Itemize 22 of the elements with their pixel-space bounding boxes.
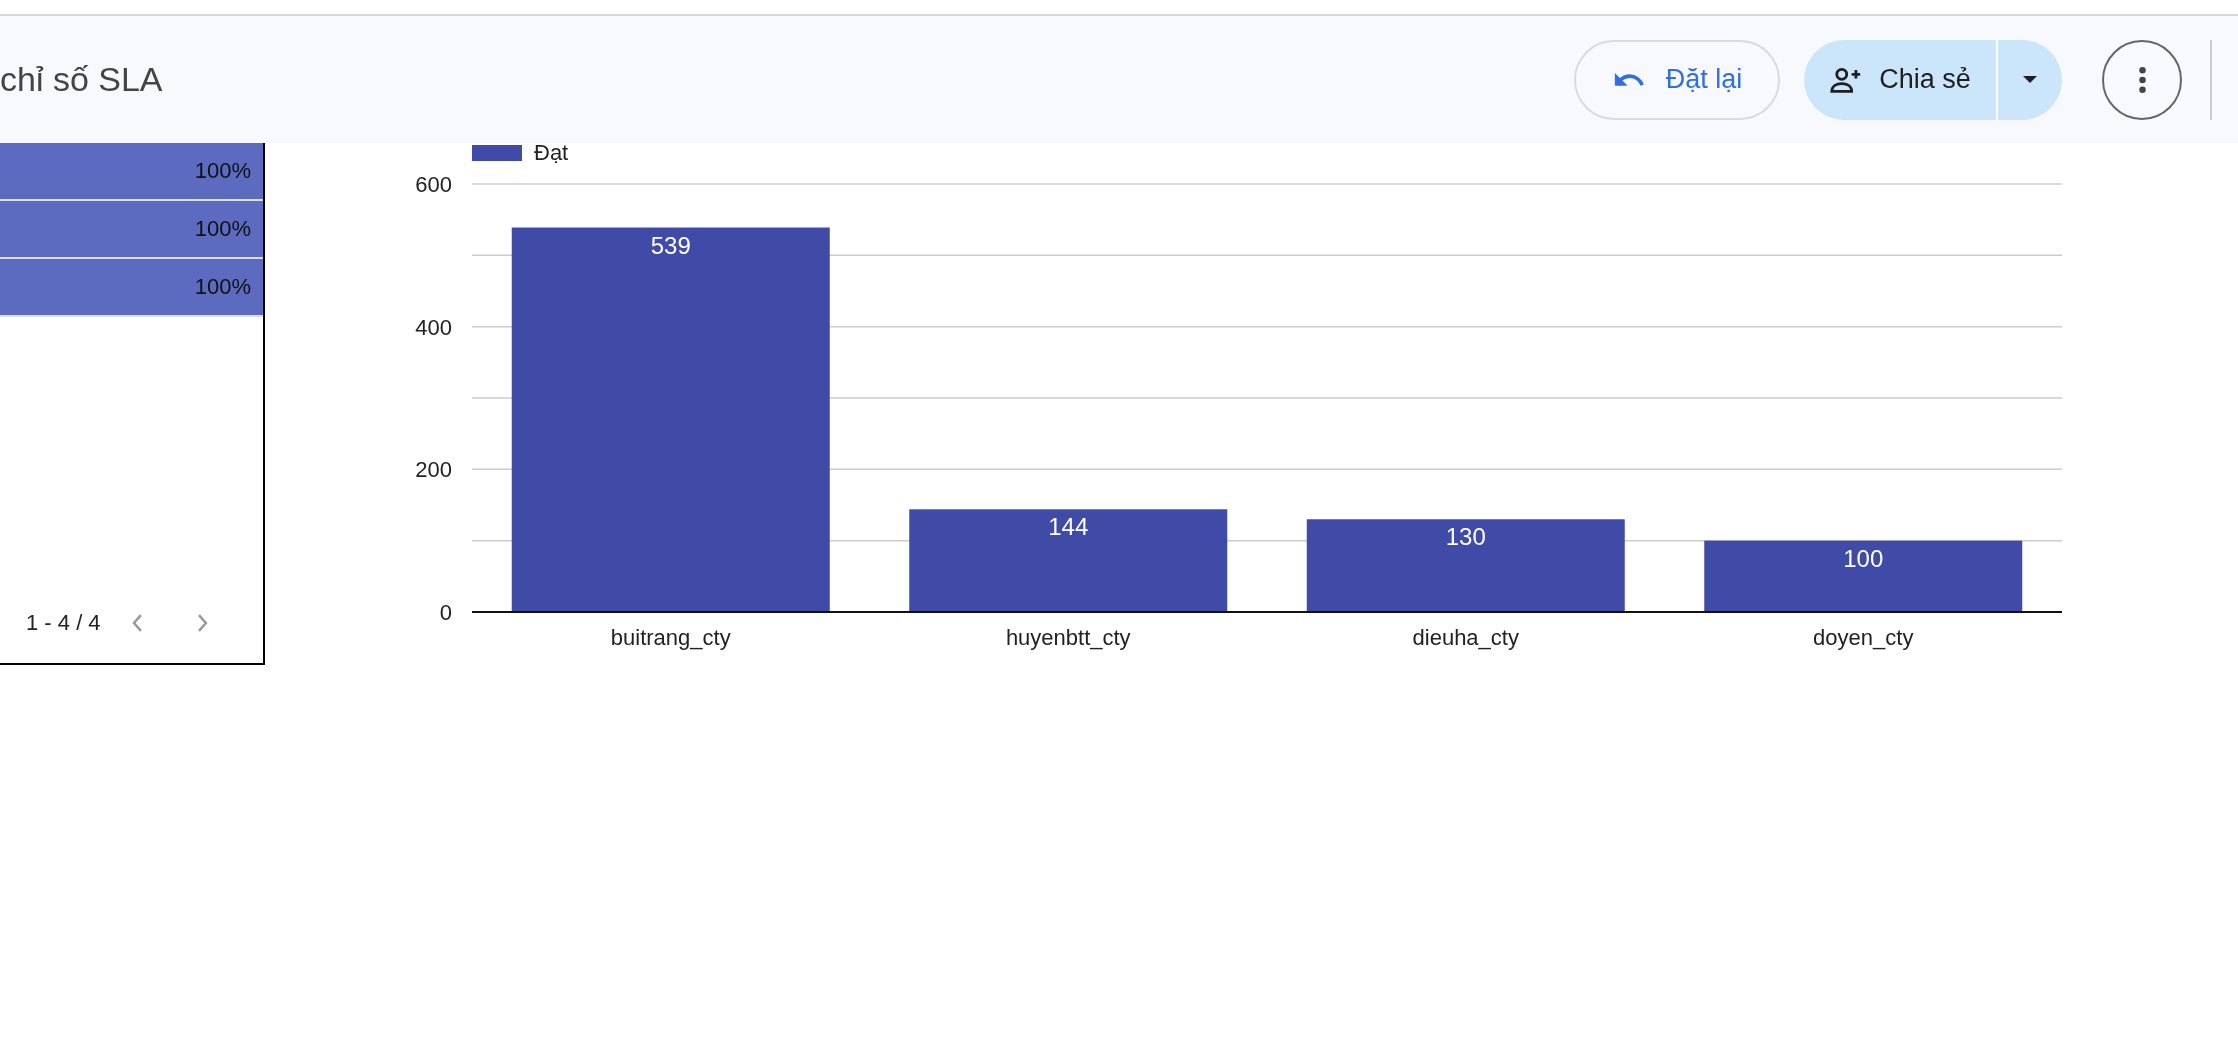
- y-axis-label: 400: [415, 314, 452, 340]
- bar-value-label: 130: [1445, 523, 1486, 551]
- y-axis-label: 200: [415, 457, 452, 483]
- x-axis-label: huyenbtt_cty: [1005, 625, 1131, 650]
- x-axis-label: buitrang_cty: [610, 625, 731, 650]
- pagination-label: 1 - 4 / 4: [26, 610, 102, 636]
- reset-button[interactable]: Đặt lại: [1574, 39, 1780, 120]
- legend-label: Đạt: [534, 143, 569, 165]
- more-icon: [2138, 66, 2146, 93]
- table-cell: 100%: [0, 259, 263, 317]
- x-axis-label: dieuha_cty: [1412, 625, 1519, 650]
- x-axis-label: doyen_cty: [1813, 625, 1914, 650]
- table-cell: 100%: [0, 201, 263, 259]
- y-axis-label: 600: [415, 172, 452, 197]
- bar-value-label: 100: [1843, 544, 1884, 572]
- bar-value-label: 539: [650, 231, 691, 259]
- caret-icon: [2023, 76, 2037, 83]
- share-button[interactable]: Chia sẻ: [1804, 39, 1998, 120]
- table-cell: 100%: [0, 143, 263, 201]
- y-axis-label: 0: [439, 600, 452, 625]
- bar-value-label: 144: [1048, 513, 1089, 541]
- report-title: chỉ số SLA: [0, 60, 163, 99]
